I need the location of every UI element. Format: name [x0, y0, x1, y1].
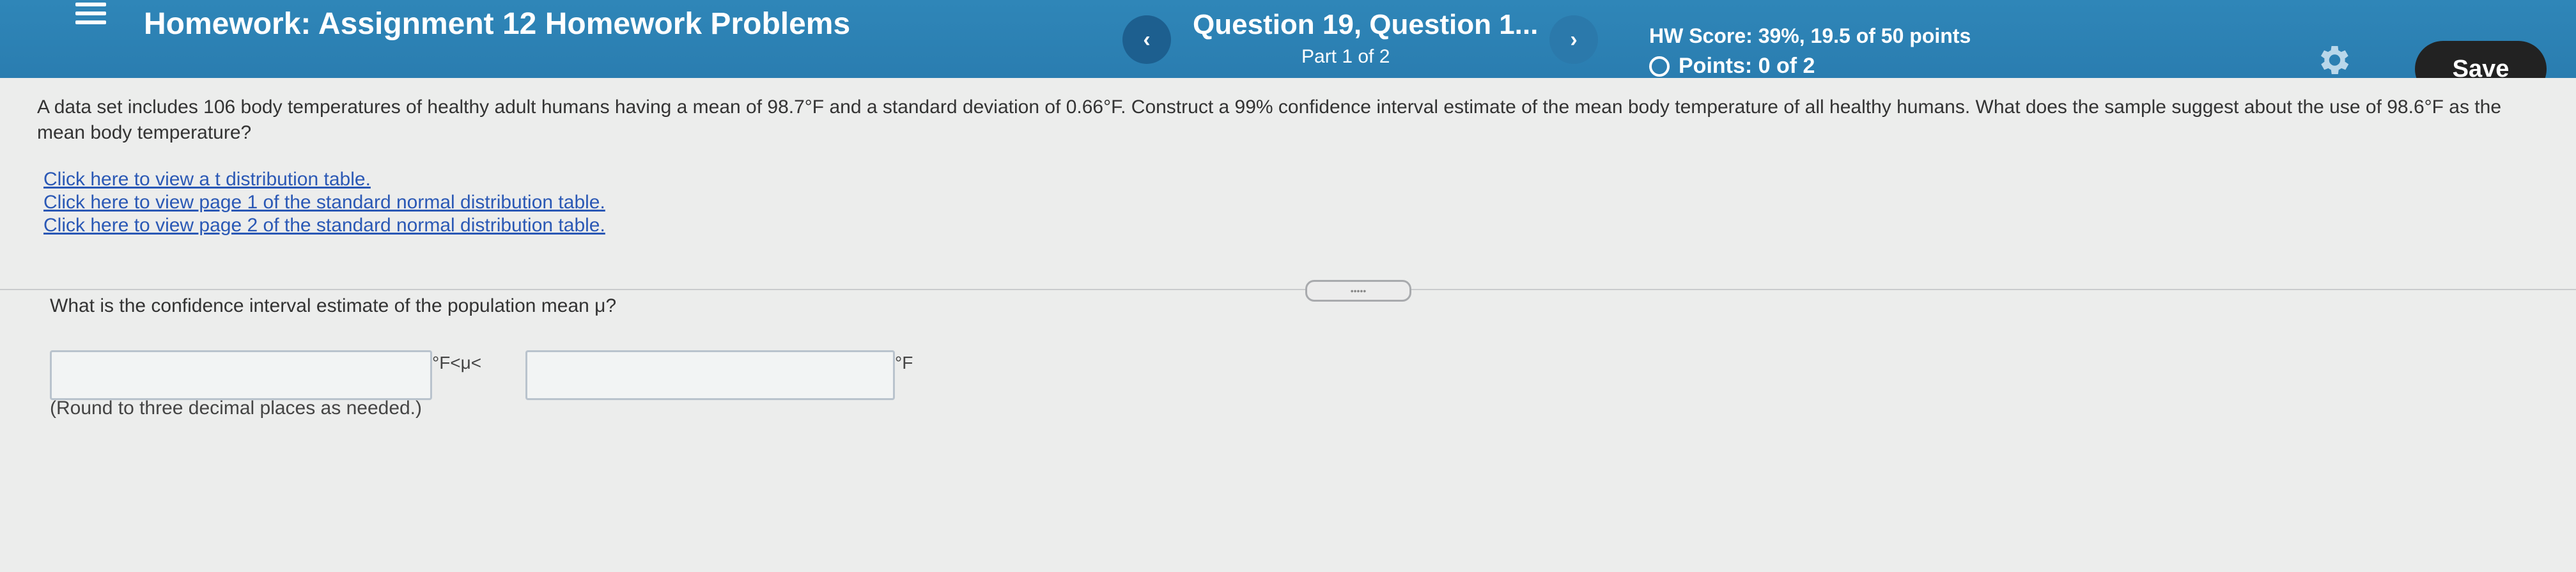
next-question-button[interactable]: ›	[1549, 15, 1598, 64]
chevron-left-icon: ‹	[1143, 27, 1151, 52]
menu-icon[interactable]	[75, 3, 106, 28]
hw-score: HW Score: 39%, 19.5 of 50 points	[1649, 24, 1971, 47]
points-text: Points: 0 of 2	[1679, 54, 1815, 78]
lower-bound-input[interactable]	[50, 350, 432, 400]
rounding-hint: (Round to three decimal places as needed…	[50, 398, 423, 419]
circle-icon	[1649, 56, 1670, 77]
top-bar: Homework: Assignment 12 Homework Problem…	[0, 0, 2576, 97]
points-status: Points: 0 of 2	[1649, 54, 1815, 79]
question-panel: A data set includes 106 body temperature…	[0, 78, 2576, 572]
chevron-right-icon: ›	[1570, 27, 1578, 52]
t-distribution-link[interactable]: Click here to view a t distribution tabl…	[43, 169, 371, 190]
question-prompt: What is the confidence interval estimate…	[50, 295, 617, 316]
divider-handle[interactable]: •••••	[1305, 280, 1411, 302]
unit-label: °F	[895, 353, 913, 373]
interval-middle-text: °F<μ<	[432, 353, 482, 373]
question-part: Part 1 of 2	[1301, 46, 1390, 67]
normal-table-page2-link[interactable]: Click here to view page 2 of the standar…	[43, 215, 605, 236]
homework-title: Homework: Assignment 12 Homework Problem…	[144, 7, 851, 41]
panel-divider	[0, 289, 2576, 290]
previous-question-button[interactable]: ‹	[1122, 15, 1171, 64]
gear-icon[interactable]	[2314, 41, 2352, 79]
normal-table-page1-link[interactable]: Click here to view page 1 of the standar…	[43, 192, 605, 213]
upper-bound-input[interactable]	[525, 350, 895, 400]
problem-text: A data set includes 106 body temperature…	[37, 97, 2502, 143]
question-title: Question 19, Question 1...	[1193, 9, 1539, 40]
